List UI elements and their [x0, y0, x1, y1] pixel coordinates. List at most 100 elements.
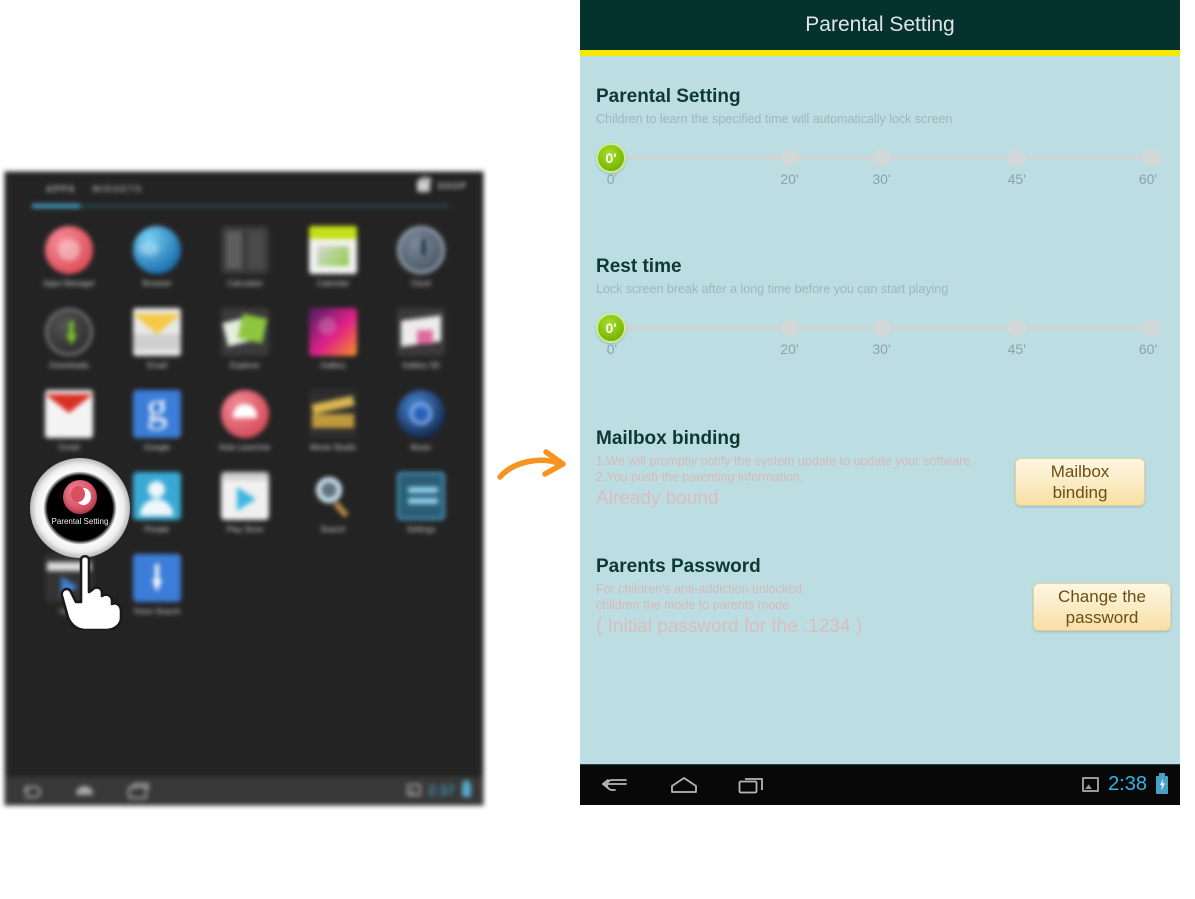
app-cell[interactable]: Calendar	[289, 220, 377, 302]
gallery-3d-icon	[397, 308, 445, 356]
battery-icon	[462, 780, 471, 797]
slider-thumb-value: 0'	[605, 150, 617, 166]
home-icon[interactable]	[670, 775, 697, 795]
slider-tick-0: 0'	[606, 341, 618, 357]
app-cell[interactable]: Google	[113, 384, 201, 466]
app-cell[interactable]: Explorer	[201, 302, 289, 384]
app-label: Gallery 3D	[402, 361, 440, 370]
play-store-icon	[221, 472, 269, 520]
tab-apps[interactable]: APPS	[46, 184, 75, 194]
app-cell[interactable]: Settings	[377, 466, 465, 548]
slider-stop-60[interactable]	[1143, 319, 1161, 337]
battery-charging-icon	[1156, 772, 1168, 794]
nav-buttons	[602, 775, 764, 795]
app-cell[interactable]: Gallery 3D	[377, 302, 465, 384]
app-cell[interactable]: Calculator	[201, 220, 289, 302]
app-label: Search	[320, 525, 346, 534]
curved-arrow-icon	[497, 449, 566, 480]
app-label: Google	[144, 443, 170, 452]
gmail-icon	[45, 390, 93, 438]
movie-studio-icon	[309, 390, 357, 438]
app-label: Movie Studio	[309, 443, 357, 452]
shop-bag-icon	[417, 177, 432, 192]
drawer-shop-action[interactable]: SHOP	[417, 177, 467, 192]
section-title: Rest time	[596, 256, 682, 277]
slider-stop-20[interactable]	[780, 319, 799, 337]
screenshot-icon	[1082, 777, 1100, 792]
gallery-icon	[309, 308, 357, 356]
slider-tick-20: 20'	[780, 171, 799, 187]
slider-thumb[interactable]: 0'	[596, 143, 626, 173]
slider-stop-45[interactable]	[1007, 319, 1026, 337]
slider-thumb[interactable]: 0'	[596, 313, 626, 343]
app-label: Email	[146, 361, 167, 370]
page-title: Parental Setting	[805, 13, 955, 36]
slider-stop-45[interactable]	[1007, 149, 1026, 167]
app-label: Apps Manager	[42, 279, 96, 288]
app-label: Play Store	[226, 525, 264, 534]
back-icon[interactable]	[602, 775, 628, 795]
slider-stop-30[interactable]	[872, 319, 891, 337]
calendar-icon	[309, 226, 357, 274]
tablet-nav-buttons	[23, 783, 149, 799]
rest-time-slider[interactable]: 0' 0' 20' 30' 45' 60'	[596, 311, 1164, 359]
section-title: Parental Setting	[596, 86, 741, 107]
app-cell[interactable]: Search	[289, 466, 377, 548]
screenshot-canvas: APPS WIDGETS SHOP Apps Manager Browser Cal…	[0, 0, 1195, 899]
app-cell[interactable]: Email	[113, 302, 201, 384]
back-icon[interactable]	[23, 783, 43, 798]
pointing-hand-cursor-icon	[60, 554, 123, 630]
app-cell[interactable]: Play Store	[201, 466, 289, 548]
slider-tick-0: 0'	[606, 171, 618, 187]
app-cell[interactable]: Voice Search	[113, 548, 201, 630]
shop-label: SHOP	[437, 181, 467, 191]
home-icon[interactable]	[75, 783, 95, 797]
explorer-icon	[221, 308, 269, 356]
app-cell[interactable]: Apps Manager	[25, 220, 113, 302]
parental-time-slider[interactable]: 0' 0' 20' 30' 45' 60'	[596, 141, 1164, 189]
app-cell[interactable]: Movie Studio	[289, 384, 377, 466]
email-icon	[133, 308, 181, 356]
tab-widgets[interactable]: WIDGETS	[92, 184, 142, 194]
app-label: People	[144, 525, 170, 534]
app-label: Gmail	[58, 443, 80, 452]
tablet-status-tray[interactable]: 2:37	[406, 780, 471, 798]
system-navigation-bar: 2:38	[580, 764, 1180, 805]
google-icon	[133, 390, 181, 438]
change-password-button[interactable]: Change the password	[1033, 583, 1171, 631]
slider-tick-labels: 0' 20' 30' 45' 60'	[596, 341, 1164, 359]
app-cell[interactable]: Downloads	[25, 302, 113, 384]
settings-content: Parental Setting Children to learn the s…	[580, 56, 1180, 765]
slider-stop-60[interactable]	[1143, 149, 1161, 167]
slider-tick-60: 60'	[1138, 341, 1158, 357]
app-drawer-surface: APPS WIDGETS SHOP Apps Manager Browser Cal…	[5, 172, 483, 805]
app-label: Voice Search	[133, 607, 181, 616]
browser-icon	[133, 226, 181, 274]
tab-active-underline	[32, 204, 80, 208]
recents-icon[interactable]	[127, 783, 149, 799]
slider-stop-20[interactable]	[780, 149, 799, 167]
app-cell[interactable]: People	[113, 466, 201, 548]
recents-icon[interactable]	[738, 775, 764, 795]
screenshot-icon	[406, 784, 421, 796]
app-label: Downloads	[49, 361, 89, 370]
app-cell[interactable]: Parental Setting	[25, 466, 113, 548]
slider-stop-30[interactable]	[872, 149, 891, 167]
app-label: Settings	[406, 525, 436, 534]
section-parental-setting: Parental Setting Children to learn the s…	[596, 86, 1164, 189]
slider-tick-30: 30'	[872, 341, 891, 357]
app-title-bar: Parental Setting	[580, 0, 1180, 50]
app-cell[interactable]: Browser	[113, 220, 201, 302]
search-icon	[309, 472, 357, 520]
app-cell[interactable]: Gmail	[25, 384, 113, 466]
app-cell[interactable]: Gallery	[289, 302, 377, 384]
app-label: Parental Setting	[40, 525, 98, 534]
app-cell[interactable]: Clock	[377, 220, 465, 302]
app-cell[interactable]: Music	[377, 384, 465, 466]
parental-setting-icon	[45, 472, 93, 520]
section-title: Mailbox binding	[596, 428, 741, 449]
system-status-tray[interactable]: 2:38	[1082, 772, 1168, 796]
slider-tick-labels: 0' 20' 30' 45' 60'	[596, 171, 1164, 189]
app-cell[interactable]: Kids Launcher	[201, 384, 289, 466]
mailbox-binding-button[interactable]: Mailbox binding	[1015, 458, 1145, 506]
